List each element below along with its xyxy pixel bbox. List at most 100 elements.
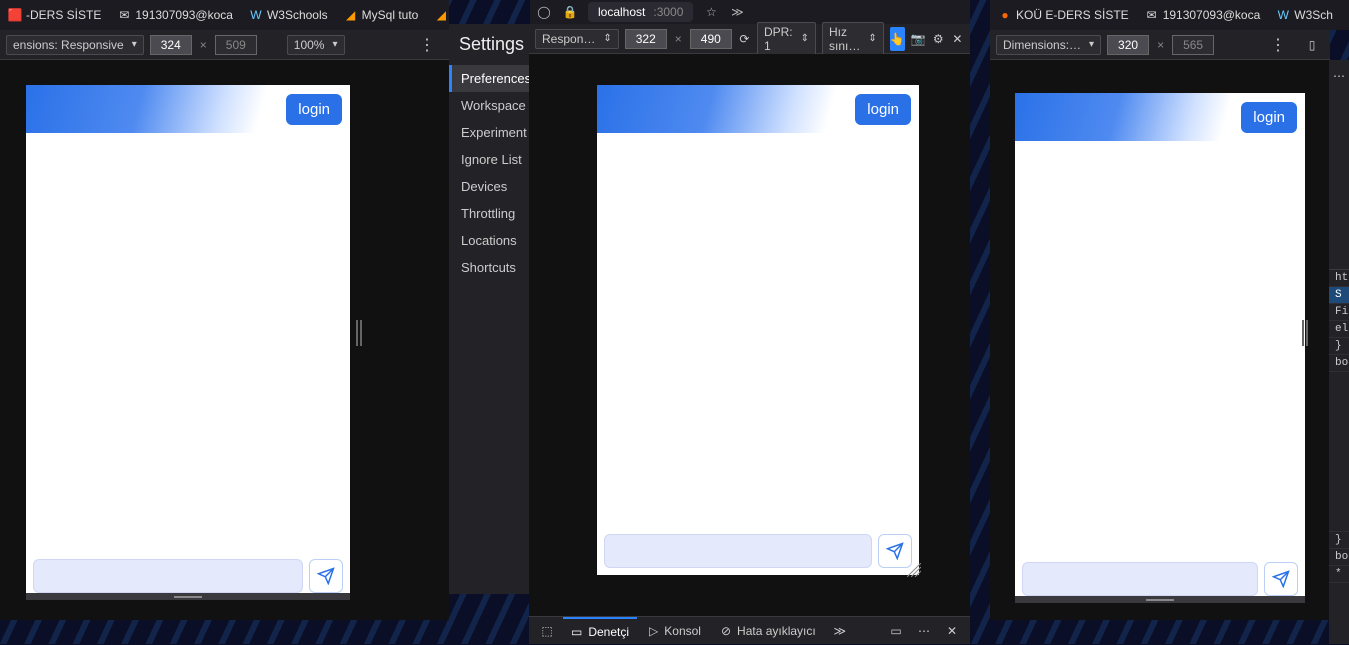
width-input[interactable]	[625, 29, 667, 49]
height-input[interactable]	[215, 35, 257, 55]
url-field[interactable]: localhost:3000	[588, 2, 693, 22]
inspect-icon[interactable]: ⬚	[535, 619, 559, 643]
devtools-settings-sidebar: Settings Preferences Workspace Experimen…	[449, 24, 529, 594]
app-header: login	[1015, 93, 1305, 141]
times-icon: ×	[198, 38, 209, 52]
close-icon[interactable]: ✕	[951, 27, 964, 51]
code-row[interactable]: bo	[1329, 355, 1349, 372]
settings-item-workspace[interactable]: Workspace	[449, 92, 529, 119]
kebab-icon[interactable]: ⋮	[1262, 35, 1294, 55]
tab-icon: ◢	[344, 8, 358, 22]
code-row[interactable]: Fi	[1329, 304, 1349, 321]
app-body	[1015, 141, 1305, 555]
tab-icon: ◢	[434, 8, 448, 22]
height-input[interactable]	[690, 29, 732, 49]
rotate-icon[interactable]: ⟳	[738, 27, 751, 51]
message-input[interactable]	[1022, 562, 1258, 596]
code-row[interactable]: }	[1329, 532, 1349, 549]
responsive-select[interactable]: Respon…	[535, 29, 619, 49]
resize-handle[interactable]	[1301, 320, 1309, 346]
code-row[interactable]: ht	[1329, 270, 1349, 287]
device-icon: ▭	[571, 625, 582, 639]
tab-icon: W	[1276, 8, 1290, 22]
tab-mail[interactable]: ✉191307093@koca	[109, 0, 241, 30]
back-icon[interactable]: ◯	[536, 4, 552, 20]
resize-grip-icon[interactable]	[907, 563, 921, 577]
tab-mysql-tuto[interactable]: ◢MySql tuto	[336, 0, 427, 30]
code-row[interactable]: S	[1329, 287, 1349, 304]
message-input[interactable]	[33, 559, 303, 593]
tab-icon: ✉	[117, 8, 131, 22]
tab-icon: W	[249, 8, 263, 22]
settings-title: Settings	[449, 28, 529, 65]
dpr-select[interactable]: DPR: 1	[757, 22, 816, 56]
bug-icon: ⊘	[721, 624, 731, 638]
tab-w3schools[interactable]: WW3Schools	[241, 0, 336, 30]
devtools-side-strip: ⋯	[1329, 60, 1349, 270]
app-body	[26, 133, 350, 552]
app-viewport-left: login	[26, 85, 350, 600]
code-row[interactable]: *	[1329, 566, 1349, 583]
overflow-icon[interactable]: ≫	[828, 619, 852, 643]
settings-item-locations[interactable]: Locations	[449, 227, 529, 254]
code-row[interactable]: }	[1329, 338, 1349, 355]
star-icon[interactable]: ☆	[703, 4, 719, 20]
tab-icon: ✉	[1145, 8, 1159, 22]
app-viewport-right: login	[1015, 93, 1305, 603]
responsive-mode-icon[interactable]: ▭	[884, 619, 908, 643]
touch-icon[interactable]: 👆	[890, 27, 905, 51]
settings-item-devices[interactable]: Devices	[449, 173, 529, 200]
tab-console[interactable]: ▷Konsol	[641, 617, 709, 645]
width-input[interactable]	[150, 35, 192, 55]
mobile-nav-bar	[26, 593, 350, 600]
resize-handle[interactable]	[355, 320, 363, 346]
app-body	[597, 133, 919, 527]
extension-icon[interactable]: ≫	[729, 4, 745, 20]
login-button[interactable]: login	[1241, 102, 1297, 133]
times-icon: ×	[673, 32, 684, 46]
tab-icon: 🟥	[8, 8, 22, 22]
settings-item-shortcuts[interactable]: Shortcuts	[449, 254, 529, 281]
tab-eders[interactable]: ●KOÜ E-DERS SİSTE	[990, 0, 1137, 30]
tab-w3schools[interactable]: WW3Sch	[1268, 0, 1341, 30]
screenshot-icon[interactable]: 📷	[911, 27, 926, 51]
kebab-icon[interactable]: ⋯	[912, 619, 936, 643]
settings-item-experiments[interactable]: Experiment	[449, 119, 529, 146]
send-button[interactable]	[309, 559, 343, 593]
device-stage-mid: login	[529, 54, 970, 616]
zoom-select[interactable]: 100%	[287, 35, 345, 55]
tab-eders[interactable]: 🟥-DERS SİSTE	[0, 0, 109, 30]
tab-inspector[interactable]: ▭Denetçi	[563, 617, 637, 645]
devtools-device-toolbar-left: ensions: Responsive × 100% ⋮	[0, 30, 449, 60]
dimensions-select[interactable]: Dimensions:…	[996, 35, 1101, 55]
height-input[interactable]	[1172, 35, 1214, 55]
panel-icon[interactable]: ▯	[1300, 33, 1324, 57]
device-stage-right: login	[990, 60, 1329, 620]
settings-item-preferences[interactable]: Preferences	[449, 65, 529, 92]
settings-item-ignorelist[interactable]: Ignore List	[449, 146, 529, 173]
more-icon[interactable]: ⋯	[1327, 64, 1349, 88]
dimensions-select[interactable]: ensions: Responsive	[6, 35, 144, 55]
close-icon[interactable]: ✕	[940, 619, 964, 643]
width-input[interactable]	[1107, 35, 1149, 55]
secure-icon[interactable]: 🔒	[562, 4, 578, 20]
code-row[interactable]: bo	[1329, 549, 1349, 566]
styles-panel: ht S Fi el } bo } bo *	[1329, 270, 1349, 644]
console-icon: ▷	[649, 624, 658, 638]
throttle-select[interactable]: Hız sını…	[822, 22, 884, 56]
tab-debugger[interactable]: ⊘Hata ayıklayıcı	[713, 617, 824, 645]
tab-mysql-node[interactable]: ◢MySQL + Node.	[426, 0, 449, 30]
tab-icon: ●	[998, 8, 1012, 22]
kebab-icon[interactable]: ⋮	[411, 35, 443, 55]
code-row[interactable]: el	[1329, 321, 1349, 338]
device-stage-left: login	[0, 60, 449, 620]
login-button[interactable]: login	[286, 94, 342, 125]
message-input[interactable]	[604, 534, 872, 568]
devtools-bottom-tabs: ⬚ ▭Denetçi ▷Konsol ⊘Hata ayıklayıcı ≫ ▭ …	[529, 616, 970, 644]
login-button[interactable]: login	[855, 94, 911, 125]
settings-item-throttling[interactable]: Throttling	[449, 200, 529, 227]
address-bar: ◯ 🔒 localhost:3000 ☆ ≫	[530, 0, 970, 24]
send-button[interactable]	[1264, 562, 1298, 596]
gear-icon[interactable]: ⚙	[932, 27, 945, 51]
tab-mail[interactable]: ✉191307093@koca	[1137, 0, 1269, 30]
